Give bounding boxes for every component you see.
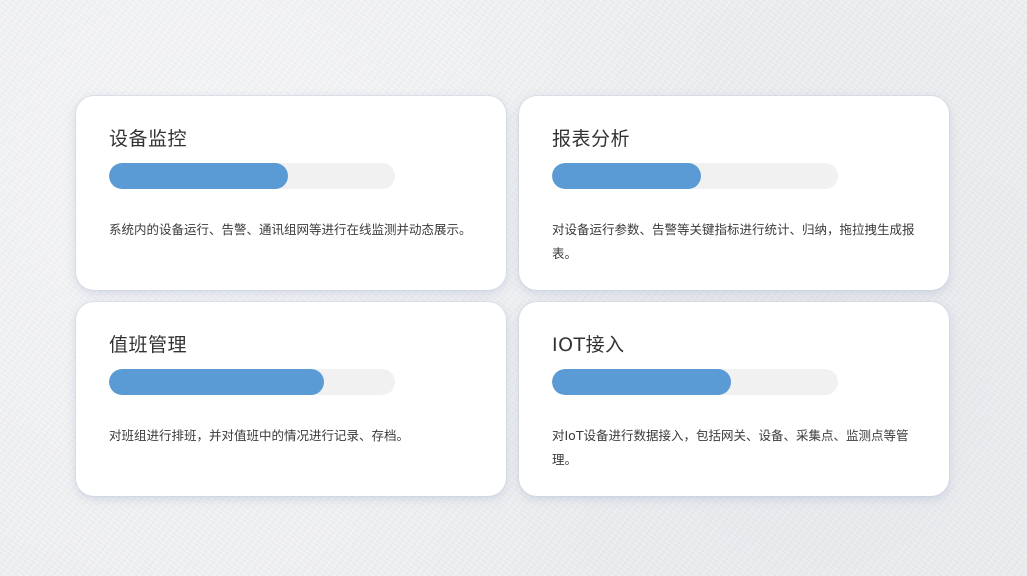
card-title: 设备监控 xyxy=(109,128,188,150)
card-description: 对设备运行参数、告警等关键指标进行统计、归纳，拖拉拽生成报表。 xyxy=(552,222,915,261)
card-description: 系统内的设备运行、告警、通讯组网等进行在线监测并动态展示。 xyxy=(109,222,472,237)
progress-bar xyxy=(109,369,395,395)
feature-card-duty-management: 值班管理 对班组进行排班，并对值班中的情况进行记录、存档。 xyxy=(76,302,506,496)
card-description: 对班组进行排班，并对值班中的情况进行记录、存档。 xyxy=(109,428,410,443)
progress-bar-fill xyxy=(552,163,701,189)
progress-bar xyxy=(552,163,838,189)
card-title: 报表分析 xyxy=(552,128,631,150)
card-title: IOT接入 xyxy=(552,334,625,356)
card-title: 值班管理 xyxy=(109,334,188,356)
progress-bar-fill xyxy=(109,369,324,395)
feature-card-iot-access: IOT接入 对IoT设备进行数据接入，包括网关、设备、采集点、监测点等管理。 xyxy=(519,302,949,496)
progress-bar-fill xyxy=(109,163,288,189)
feature-card-device-monitoring: 设备监控 系统内的设备运行、告警、通讯组网等进行在线监测并动态展示。 xyxy=(76,96,506,290)
progress-bar-fill xyxy=(552,369,731,395)
card-description: 对IoT设备进行数据接入，包括网关、设备、采集点、监测点等管理。 xyxy=(552,428,909,467)
feature-card-report-analysis: 报表分析 对设备运行参数、告警等关键指标进行统计、归纳，拖拉拽生成报表。 xyxy=(519,96,949,290)
progress-bar xyxy=(552,369,838,395)
progress-bar xyxy=(109,163,395,189)
